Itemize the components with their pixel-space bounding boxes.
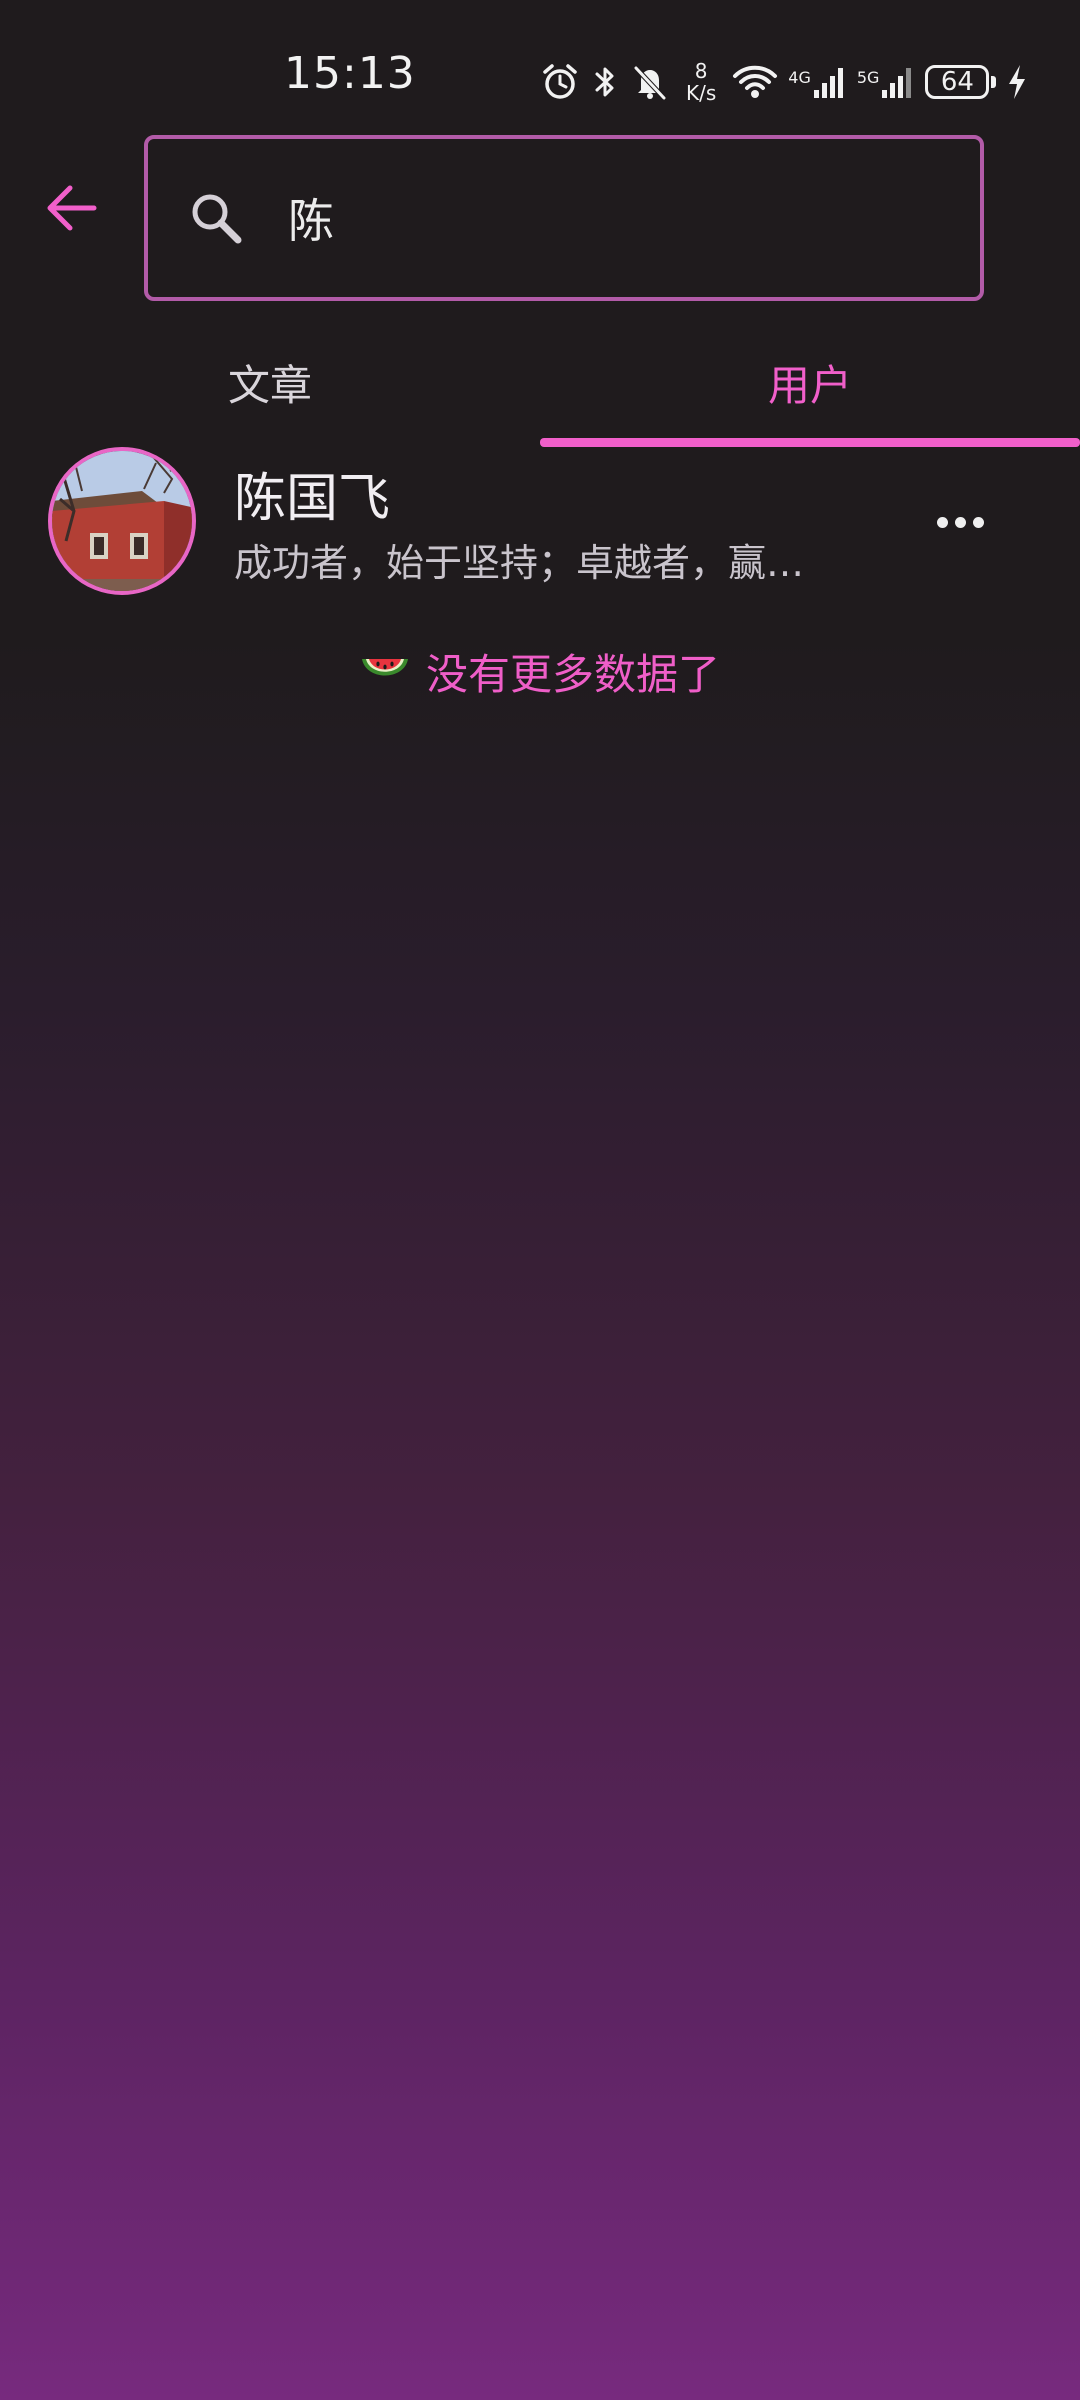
- wifi-icon: [732, 62, 778, 102]
- tab-users[interactable]: 用户: [540, 320, 1080, 444]
- status-bar: 15:13 8 K/s 4G 5G 64: [0, 0, 1080, 120]
- alarm-icon: [540, 62, 580, 102]
- signal-icon: [882, 68, 912, 98]
- battery-icon: 64: [925, 65, 997, 99]
- search-input[interactable]: [286, 177, 930, 259]
- signal-4g: 4G: [788, 62, 847, 102]
- network-speed-unit: K/s: [686, 81, 717, 105]
- status-icons: 8 K/s 4G 5G 64: [540, 52, 1028, 112]
- back-button[interactable]: [36, 172, 108, 244]
- battery-level: 64: [925, 65, 990, 99]
- end-message: 没有更多数据了: [425, 649, 720, 699]
- more-dot: [936, 516, 948, 528]
- list-item[interactable]: 陈国飞 成功者，始于坚持；卓越者，赢…: [0, 440, 1080, 600]
- more-dot: [972, 516, 984, 528]
- avatar[interactable]: [48, 447, 196, 595]
- tabs: 文章 用户: [0, 320, 1080, 450]
- signal-5g-label: 5G: [856, 68, 880, 87]
- end-of-list: 没有更多数据了: [0, 636, 1080, 706]
- more-options-button[interactable]: [922, 484, 998, 560]
- user-name: 陈国飞: [234, 469, 391, 529]
- watermelon-icon: [360, 651, 410, 691]
- tab-articles[interactable]: 文章: [0, 320, 540, 444]
- user-bio: 成功者，始于坚持；卓越者，赢…: [234, 541, 805, 585]
- network-speed: 8 K/s: [686, 60, 716, 104]
- status-time: 15:13: [284, 48, 416, 99]
- network-speed-value: 8: [694, 59, 708, 83]
- bluetooth-icon: [590, 62, 620, 102]
- mute-icon: [630, 62, 670, 102]
- more-dot: [954, 516, 966, 528]
- search-box[interactable]: [144, 135, 984, 301]
- signal-5g: 5G: [857, 62, 916, 102]
- signal-4g-label: 4G: [788, 68, 811, 87]
- signal-icon: [813, 68, 843, 98]
- charging-icon: [1006, 62, 1028, 102]
- arrow-left-icon: [47, 185, 97, 231]
- search-icon: [186, 188, 246, 248]
